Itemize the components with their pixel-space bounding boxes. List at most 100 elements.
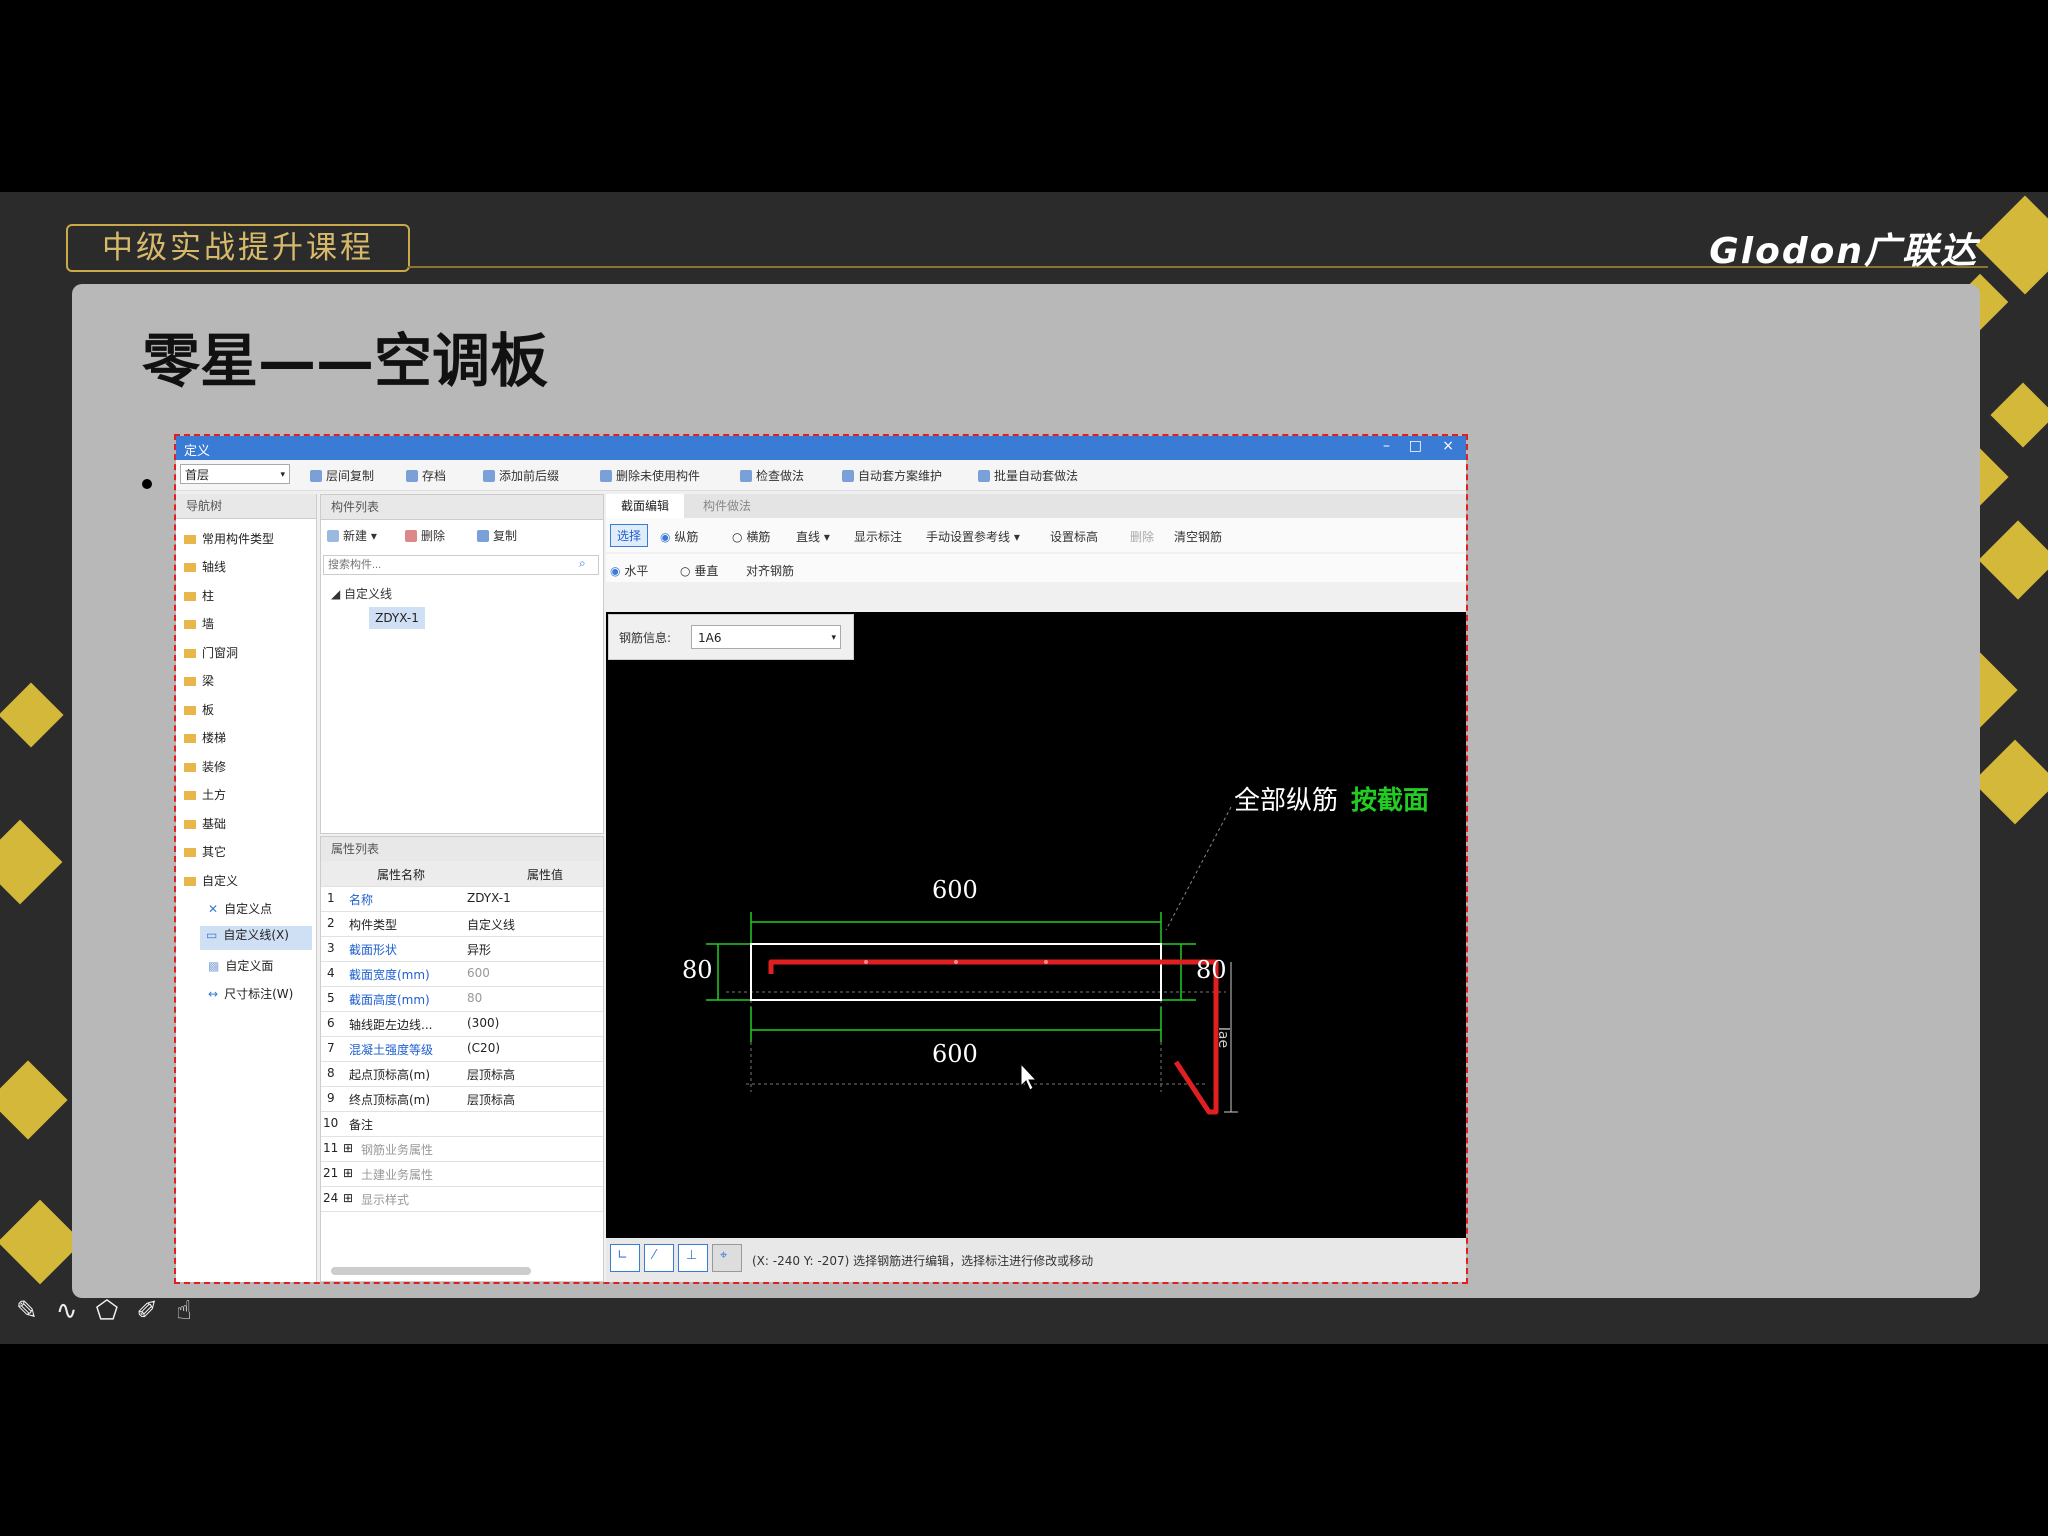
nav-item[interactable]: 装修: [184, 758, 226, 775]
floor-select[interactable]: 首层 ▾: [180, 464, 290, 484]
new-icon: [327, 530, 339, 542]
nav-subitem-selected[interactable]: ▭ 自定义线(X): [200, 926, 312, 950]
nav-item[interactable]: 楼梯: [184, 729, 226, 746]
table-row[interactable]: 11 ⊞ 钢筋业务属性: [321, 1136, 603, 1162]
search-icon[interactable]: ⌕: [579, 556, 586, 571]
add-prefix-suffix-button[interactable]: 添加前后缀: [483, 467, 559, 484]
minimize-button[interactable]: –: [1383, 438, 1390, 454]
copy-between-floors-button[interactable]: 层间复制: [310, 467, 374, 484]
nav-subitem[interactable]: ✕ 自定义点: [208, 900, 272, 917]
rebar-longitudinal[interactable]: [768, 959, 1219, 1115]
nav-item[interactable]: 梁: [184, 672, 214, 689]
delete-button[interactable]: 删除: [405, 527, 445, 544]
radio-vertical[interactable]: ○ 垂直: [680, 562, 718, 579]
tab-component-method[interactable]: 构件做法: [688, 494, 766, 518]
table-row[interactable]: 7 混凝土强度等级 (C20): [321, 1036, 603, 1062]
expand-icon[interactable]: ⊞: [343, 1141, 353, 1155]
nav-subitem[interactable]: ▩ 自定义面: [208, 957, 273, 974]
nav-item[interactable]: 常用构件类型: [184, 530, 274, 547]
ortho-tool-button[interactable]: ∟: [610, 1244, 640, 1272]
copy-button[interactable]: 复制: [477, 527, 517, 544]
highlighter-icon[interactable]: ∿: [56, 1296, 96, 1326]
radio-transverse[interactable]: ○ 横筋: [732, 528, 770, 545]
auto-scheme-button[interactable]: 自动套方案维护: [842, 467, 942, 484]
table-row[interactable]: 3 截面形状 异形: [321, 936, 603, 962]
save-icon: [406, 470, 418, 482]
nav-item[interactable]: 基础: [184, 815, 226, 832]
dim-label-right[interactable]: 80: [1196, 956, 1227, 984]
annotation-sub: 按截面: [1351, 786, 1430, 816]
dim-label-bottom[interactable]: 600: [932, 1040, 978, 1068]
tree-group[interactable]: ◢ 自定义线: [331, 585, 392, 602]
dim-label-left[interactable]: 80: [682, 956, 713, 984]
pointer-icon[interactable]: ☝: [176, 1296, 210, 1326]
clear-icon[interactable]: ✐: [136, 1296, 176, 1326]
set-elevation-button[interactable]: 设置标高: [1050, 528, 1098, 545]
folder-icon: [184, 592, 196, 601]
table-row[interactable]: 21 ⊞ 土建业务属性: [321, 1161, 603, 1187]
radio-horizontal[interactable]: ◉ 水平: [610, 562, 648, 579]
nav-item[interactable]: 土方: [184, 786, 226, 803]
component-search-input[interactable]: [323, 555, 599, 575]
align-rebar-button[interactable]: 对齐钢筋: [746, 562, 794, 579]
expand-icon[interactable]: ⊞: [343, 1166, 353, 1180]
line-tool[interactable]: 直线 ▾: [796, 528, 830, 545]
rebar-point[interactable]: [954, 960, 958, 964]
perpendicular-tool-button[interactable]: ⊥: [678, 1244, 708, 1272]
show-annotation-button[interactable]: 显示标注: [854, 528, 902, 545]
delete-icon: [405, 530, 417, 542]
dim-label-top[interactable]: 600: [932, 876, 978, 904]
nav-item[interactable]: 门窗洞: [184, 644, 238, 661]
clear-rebar-button[interactable]: 清空钢筋: [1174, 528, 1222, 545]
horizontal-scrollbar[interactable]: [331, 1267, 531, 1275]
eraser-icon[interactable]: ⬠: [96, 1296, 137, 1326]
table-row[interactable]: 9 终点顶标高(m) 层顶标高: [321, 1086, 603, 1112]
drawing-canvas[interactable]: 钢筋信息: 1A6 ▾ 全部纵筋 按截面 600 600 80 80 lae: [606, 612, 1466, 1238]
dim-label-vertical[interactable]: lae: [1215, 1027, 1231, 1048]
rebar-point[interactable]: [1044, 960, 1048, 964]
component-item-selected[interactable]: ZDYX-1: [369, 607, 425, 629]
pen-icon[interactable]: ✎: [16, 1296, 56, 1326]
delete-tool-button[interactable]: 删除: [1130, 528, 1154, 545]
select-button[interactable]: 选择: [610, 524, 649, 547]
brand-logo: Glodon广联达: [1709, 231, 1978, 272]
radio-longitudinal[interactable]: ◉ 纵筋: [660, 528, 698, 545]
manual-reference-line[interactable]: 手动设置参考线 ▾: [926, 528, 1020, 545]
nav-item[interactable]: 板: [184, 701, 214, 718]
window-titlebar[interactable]: 定义 – □ ×: [176, 436, 1466, 460]
table-row[interactable]: 1 名称 ZDYX-1: [321, 886, 603, 912]
table-row[interactable]: 2 构件类型 自定义线: [321, 911, 603, 937]
copy-icon: [310, 470, 322, 482]
table-row[interactable]: 24 ⊞ 显示样式: [321, 1186, 603, 1212]
coord-tool-button[interactable]: ⌖: [712, 1244, 742, 1272]
rebar-point[interactable]: [864, 960, 868, 964]
table-row[interactable]: 10 备注: [321, 1111, 603, 1137]
check-method-button[interactable]: 检查做法: [740, 467, 804, 484]
table-row[interactable]: 8 起点顶标高(m) 层顶标高: [321, 1061, 603, 1087]
nav-item[interactable]: 柱: [184, 587, 214, 604]
nav-item[interactable]: 轴线: [184, 558, 226, 575]
table-row[interactable]: 6 轴线距左边线... (300): [321, 1011, 603, 1037]
maximize-button[interactable]: □: [1409, 438, 1422, 454]
nav-subitem[interactable]: ↔ 尺寸标注(W): [208, 985, 293, 1002]
nav-item[interactable]: 墙: [184, 615, 214, 632]
close-button[interactable]: ×: [1442, 438, 1454, 454]
table-row[interactable]: 4 截面宽度(mm) 600: [321, 961, 603, 987]
new-button[interactable]: 新建 ▾: [327, 527, 377, 544]
nav-item[interactable]: 其它: [184, 843, 226, 860]
tab-section-edit[interactable]: 截面编辑: [606, 494, 684, 518]
area-icon: ▩: [208, 959, 220, 973]
ortho-icon: ∟: [617, 1248, 628, 1263]
folder-icon: [184, 620, 196, 629]
table-row[interactable]: 5 截面高度(mm) 80: [321, 986, 603, 1012]
archive-button[interactable]: 存档: [406, 467, 446, 484]
slide: 中级实战提升课程 Glodon广联达 零星——空调板 定义 – □ × 首层 ▾ …: [0, 192, 2048, 1344]
expand-icon[interactable]: ⊞: [343, 1191, 353, 1205]
snap-tool-button[interactable]: ⁄: [644, 1244, 674, 1272]
radio-icon: ○: [680, 564, 691, 578]
delete-unused-button[interactable]: 删除未使用构件: [600, 467, 700, 484]
nav-item[interactable]: 自定义: [184, 872, 238, 889]
folder-icon: [184, 706, 196, 715]
batch-auto-button[interactable]: 批量自动套做法: [978, 467, 1078, 484]
decor-diamond: [0, 682, 64, 748]
